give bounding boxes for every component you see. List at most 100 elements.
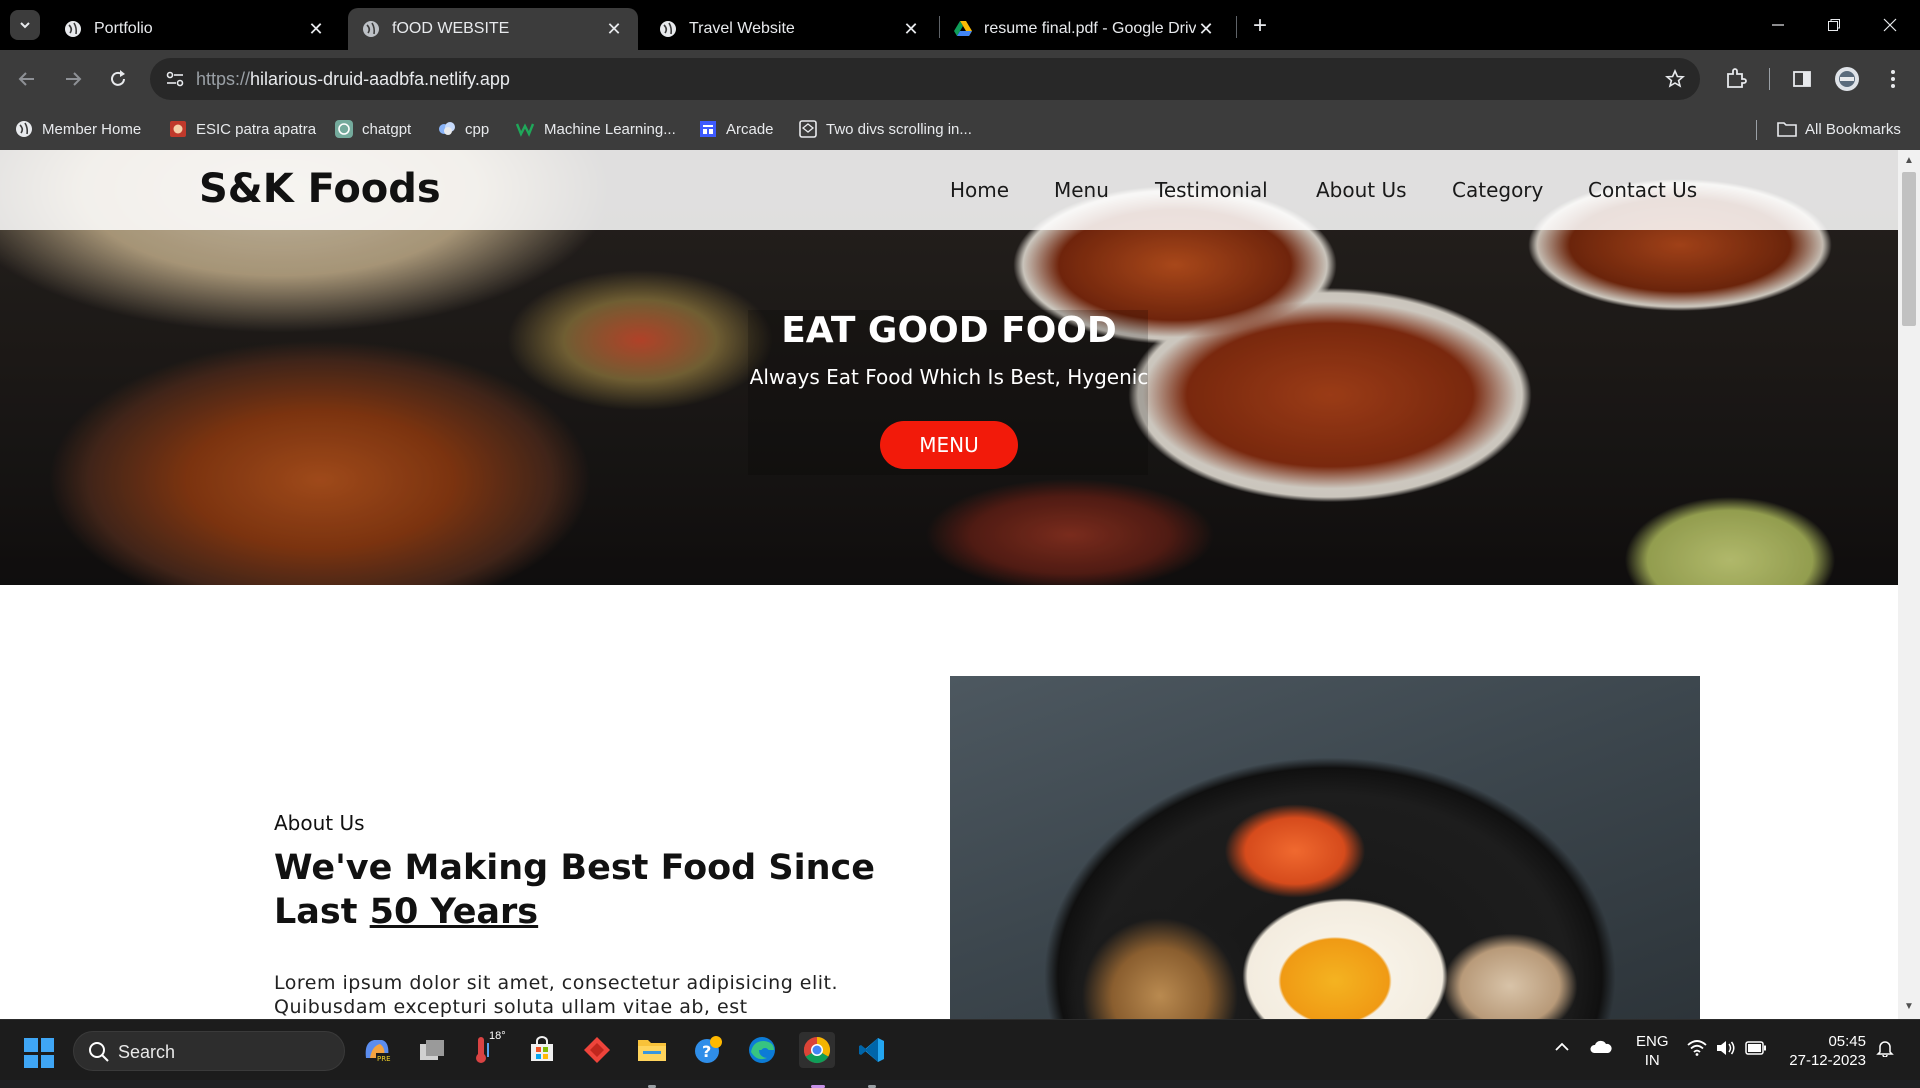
nav-link-menu[interactable]: Menu — [1054, 178, 1109, 202]
extensions-button[interactable] — [1721, 64, 1751, 94]
close-icon[interactable]: ✕ — [901, 19, 921, 39]
edge-browser-icon[interactable] — [744, 1032, 780, 1068]
browser-toolbar: https://hilarious-druid-aadbfa.netlify.a… — [0, 50, 1920, 108]
chevron-down-icon — [20, 22, 30, 29]
windows-start-button[interactable] — [24, 1038, 54, 1068]
page-viewport: S&K Foods Home Menu Testimonial About Us… — [0, 150, 1898, 1019]
weather-widget[interactable]: 18° — [469, 1030, 506, 1068]
bookmark-member-home[interactable]: Member Home — [14, 116, 141, 142]
nav-link-home[interactable]: Home — [950, 178, 1009, 202]
bookmark-arcade[interactable]: Arcade — [698, 116, 774, 142]
all-bookmarks-label: All Bookmarks — [1805, 120, 1901, 138]
puzzle-icon — [1727, 68, 1747, 88]
bookmark-star-icon[interactable] — [1664, 68, 1686, 90]
hero-title: EAT GOOD FOOD — [781, 310, 1117, 351]
bookmark-cpp[interactable]: cpp — [437, 116, 489, 142]
anydesk-app-icon[interactable] — [579, 1032, 615, 1068]
bookmark-label: cpp — [465, 120, 490, 138]
globe-icon — [659, 20, 677, 38]
vscode-app-icon[interactable] — [854, 1032, 890, 1088]
url-text[interactable]: https://hilarious-druid-aadbfa.netlify.a… — [196, 69, 510, 90]
ml-icon — [516, 119, 536, 139]
clock-time: 05:45 — [1828, 1033, 1866, 1050]
cpp-icon — [437, 119, 457, 139]
page-scrollbar[interactable]: ▲ ▼ — [1898, 150, 1920, 1019]
bookmark-two-divs[interactable]: Two divs scrolling in... — [798, 116, 972, 142]
esic-icon — [168, 119, 188, 139]
get-help-icon[interactable]: ? — [689, 1032, 725, 1068]
tab-travel-website[interactable]: Travel Website ✕ — [645, 8, 935, 50]
tab-separator — [1236, 16, 1237, 38]
back-button[interactable] — [12, 64, 42, 94]
nav-link-category[interactable]: Category — [1452, 178, 1543, 202]
taskbar-search[interactable]: Search — [73, 1031, 345, 1071]
windows-logo-pane — [24, 1038, 38, 1052]
copilot-app-icon[interactable]: PRE — [359, 1032, 395, 1068]
tab-search-button[interactable] — [10, 10, 40, 40]
minimize-button[interactable] — [1758, 10, 1798, 40]
reload-icon — [111, 70, 125, 86]
tab-title: fOOD WEBSITE — [392, 20, 510, 37]
arrow-left-icon — [18, 72, 34, 86]
bookmark-chatgpt[interactable]: chatgpt — [334, 116, 411, 142]
onedrive-icon[interactable] — [1590, 1040, 1612, 1057]
reload-button[interactable] — [103, 64, 133, 94]
profile-avatar[interactable] — [1832, 64, 1862, 94]
close-icon[interactable]: ✕ — [1196, 19, 1216, 39]
volume-icon[interactable] — [1716, 1040, 1736, 1059]
toolbar-divider — [1769, 68, 1770, 90]
nav-link-testimonial[interactable]: Testimonial — [1155, 178, 1268, 202]
forward-button[interactable] — [58, 64, 88, 94]
svg-text:?: ? — [702, 1042, 711, 1061]
battery-icon[interactable] — [1745, 1041, 1767, 1058]
scroll-down-arrow-icon[interactable]: ▼ — [1904, 1002, 1914, 1012]
chrome-menu-button[interactable] — [1878, 64, 1908, 94]
close-icon[interactable]: ✕ — [306, 19, 326, 39]
tab-google-drive[interactable]: resume final.pdf - Google Drive ✕ — [940, 8, 1230, 50]
all-bookmarks-button[interactable]: All Bookmarks — [1777, 116, 1901, 142]
new-tab-button[interactable]: + — [1246, 12, 1274, 40]
language-region: IN — [1644, 1052, 1660, 1069]
globe-icon — [64, 20, 82, 38]
avatar-icon — [1835, 67, 1859, 91]
svg-text:PRE: PRE — [377, 1055, 391, 1063]
site-info-icon[interactable] — [162, 66, 188, 92]
tab-food-website[interactable]: fOOD WEBSITE ✕ — [348, 8, 638, 50]
close-window-button[interactable] — [1870, 10, 1910, 40]
search-placeholder: Search — [118, 1042, 176, 1062]
scroll-up-arrow-icon[interactable]: ▲ — [1904, 156, 1914, 166]
tab-strip: Portfolio ✕ fOOD WEBSITE ✕ Travel Websit… — [0, 0, 1920, 50]
microsoft-store-icon[interactable] — [524, 1032, 560, 1068]
scrollbar-thumb[interactable] — [1902, 172, 1916, 326]
tab-title: Travel Website — [689, 20, 795, 37]
arcade-icon — [698, 119, 718, 139]
file-explorer-icon[interactable] — [634, 1032, 670, 1088]
wifi-icon[interactable] — [1687, 1040, 1707, 1059]
minimize-icon — [1772, 24, 1784, 26]
nav-link-about-us[interactable]: About Us — [1316, 178, 1407, 202]
url-scheme: https:// — [196, 69, 251, 89]
side-panel-button[interactable] — [1787, 64, 1817, 94]
site-logo[interactable]: S&K Foods — [199, 166, 441, 212]
show-hidden-icons-button[interactable] — [1554, 1039, 1570, 1058]
about-heading-text: We've Making Best Food Since Last — [274, 848, 876, 932]
notifications-bell-icon[interactable] — [1876, 1039, 1894, 1060]
hero-menu-button[interactable]: MENU — [880, 421, 1018, 469]
chrome-browser-icon[interactable] — [799, 1032, 835, 1088]
task-view-icon[interactable] — [414, 1032, 450, 1068]
address-bar[interactable]: https://hilarious-druid-aadbfa.netlify.a… — [150, 58, 1700, 100]
bookmarks-bar: Member Home ESIC patra apatra chatgpt cp… — [0, 108, 1920, 150]
language-indicator[interactable]: ENG IN — [1636, 1032, 1669, 1070]
clock-date: 27-12-2023 — [1789, 1052, 1866, 1069]
bookmark-machine-learning[interactable]: Machine Learning... — [516, 116, 676, 142]
url-host: hilarious-druid-aadbfa.netlify.app — [250, 69, 510, 89]
system-clock[interactable]: 05:45 27-12-2023 — [1782, 1032, 1866, 1070]
tab-title: Portfolio — [94, 20, 153, 37]
nav-link-contact-us[interactable]: Contact Us — [1588, 178, 1697, 202]
about-paragraph: Lorem ipsum dolor sit amet, consectetur … — [274, 972, 839, 1018]
bookmark-esic[interactable]: ESIC patra apatra — [168, 116, 316, 142]
about-heading-highlight: 50 Years — [369, 892, 539, 932]
tab-portfolio[interactable]: Portfolio ✕ — [50, 8, 340, 50]
close-icon[interactable]: ✕ — [604, 19, 624, 39]
restore-button[interactable] — [1814, 10, 1854, 40]
